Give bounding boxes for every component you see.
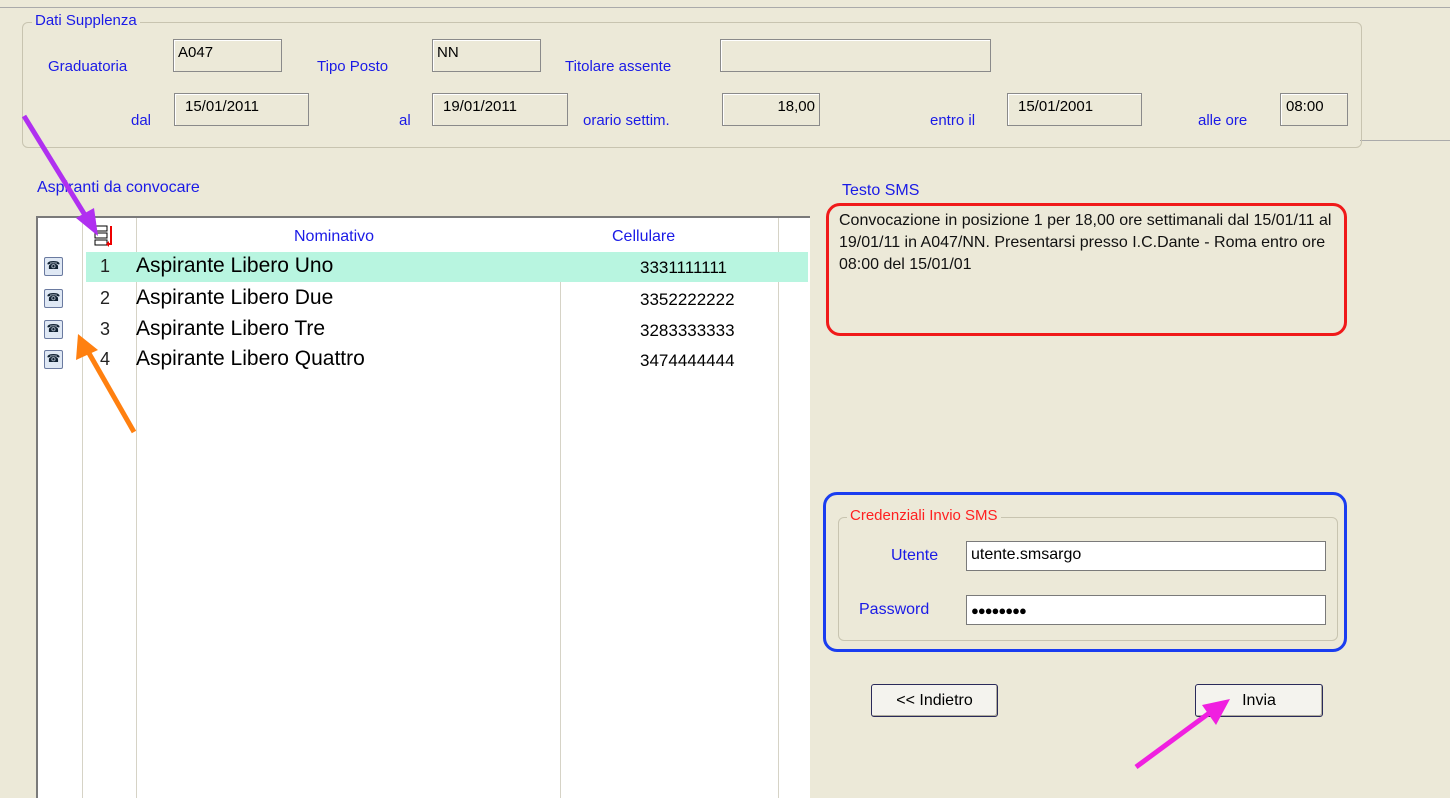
row-cellulare[interactable]: 3474444444 — [640, 351, 735, 371]
orange-annotation-arrow-icon — [76, 334, 137, 434]
aspiranti-grid[interactable]: Nominativo Cellulare ☎ 1 Aspirante Liber… — [36, 216, 810, 798]
indietro-button[interactable]: << Indietro — [871, 684, 998, 717]
dati-supplenza-legend: Dati Supplenza — [32, 12, 140, 29]
orario-label: orario settim. — [583, 112, 670, 129]
row-nominativo: Aspirante Libero Uno — [136, 254, 334, 277]
table-row[interactable]: ☎ 3 Aspirante Libero Tre 3283333333 — [38, 315, 808, 345]
row-action-icon[interactable]: ☎ — [44, 257, 63, 276]
utente-input[interactable]: utente.smsargo — [966, 541, 1326, 571]
dal-field[interactable]: 15/01/2011 — [174, 93, 309, 126]
al-label: al — [399, 112, 411, 129]
titolare-label: Titolare assente — [565, 58, 672, 75]
row-action-icon[interactable]: ☎ — [44, 289, 63, 308]
row-nominativo: Aspirante Libero Tre — [136, 317, 326, 340]
dal-label: dal — [131, 112, 152, 129]
entro-label: entro il — [930, 112, 976, 129]
titolare-field[interactable] — [720, 39, 991, 72]
password-label: Password — [859, 601, 930, 618]
table-row[interactable]: ☎ 2 Aspirante Libero Due 3352222222 — [38, 284, 808, 314]
row-number: 2 — [100, 288, 111, 308]
purple-annotation-arrow-icon — [21, 114, 98, 236]
row-cellulare[interactable]: 3352222222 — [640, 290, 735, 310]
sms-text-box: Convocazione in posizione 1 per 18,00 or… — [826, 203, 1347, 336]
col-header-nominativo[interactable]: Nominativo — [294, 228, 374, 246]
credenziali-legend: Credenziali Invio SMS — [847, 507, 1001, 524]
table-row[interactable]: ☎ 1 Aspirante Libero Uno 3331111111 — [38, 252, 808, 282]
alle-ore-label: alle ore — [1198, 112, 1248, 129]
top-divider — [0, 7, 1450, 8]
row-cellulare[interactable]: 3331111111 — [640, 258, 727, 278]
row-action-icon[interactable]: ☎ — [44, 350, 63, 369]
row-action-icon[interactable]: ☎ — [44, 320, 63, 339]
magenta-annotation-arrow-icon — [1134, 699, 1230, 770]
row-number: 1 — [100, 256, 111, 276]
al-field[interactable]: 19/01/2011 — [432, 93, 568, 126]
table-row[interactable]: ☎ 4 Aspirante Libero Quattro 3474444444 — [38, 345, 808, 375]
graduatoria-label: Graduatoria — [48, 58, 128, 75]
entro-field[interactable]: 15/01/2001 — [1007, 93, 1142, 126]
row-cellulare[interactable]: 3283333333 — [640, 321, 735, 341]
alle-ore-field[interactable]: 08:00 — [1280, 93, 1348, 126]
row-nominativo: Aspirante Libero Quattro — [136, 347, 365, 370]
orario-field[interactable]: 18,00 — [722, 93, 820, 126]
row-nominativo: Aspirante Libero Due — [136, 286, 334, 309]
password-input[interactable]: ●●●●●●●● — [966, 595, 1326, 625]
sms-title: Testo SMS — [842, 182, 920, 199]
tipo-posto-label: Tipo Posto — [317, 58, 389, 75]
tipo-posto-field[interactable]: NN — [432, 39, 541, 72]
col-header-cellulare[interactable]: Cellulare — [612, 228, 675, 246]
graduatoria-field[interactable]: A047 — [173, 39, 282, 72]
right-divider — [1360, 140, 1450, 141]
utente-label: Utente — [891, 547, 939, 564]
